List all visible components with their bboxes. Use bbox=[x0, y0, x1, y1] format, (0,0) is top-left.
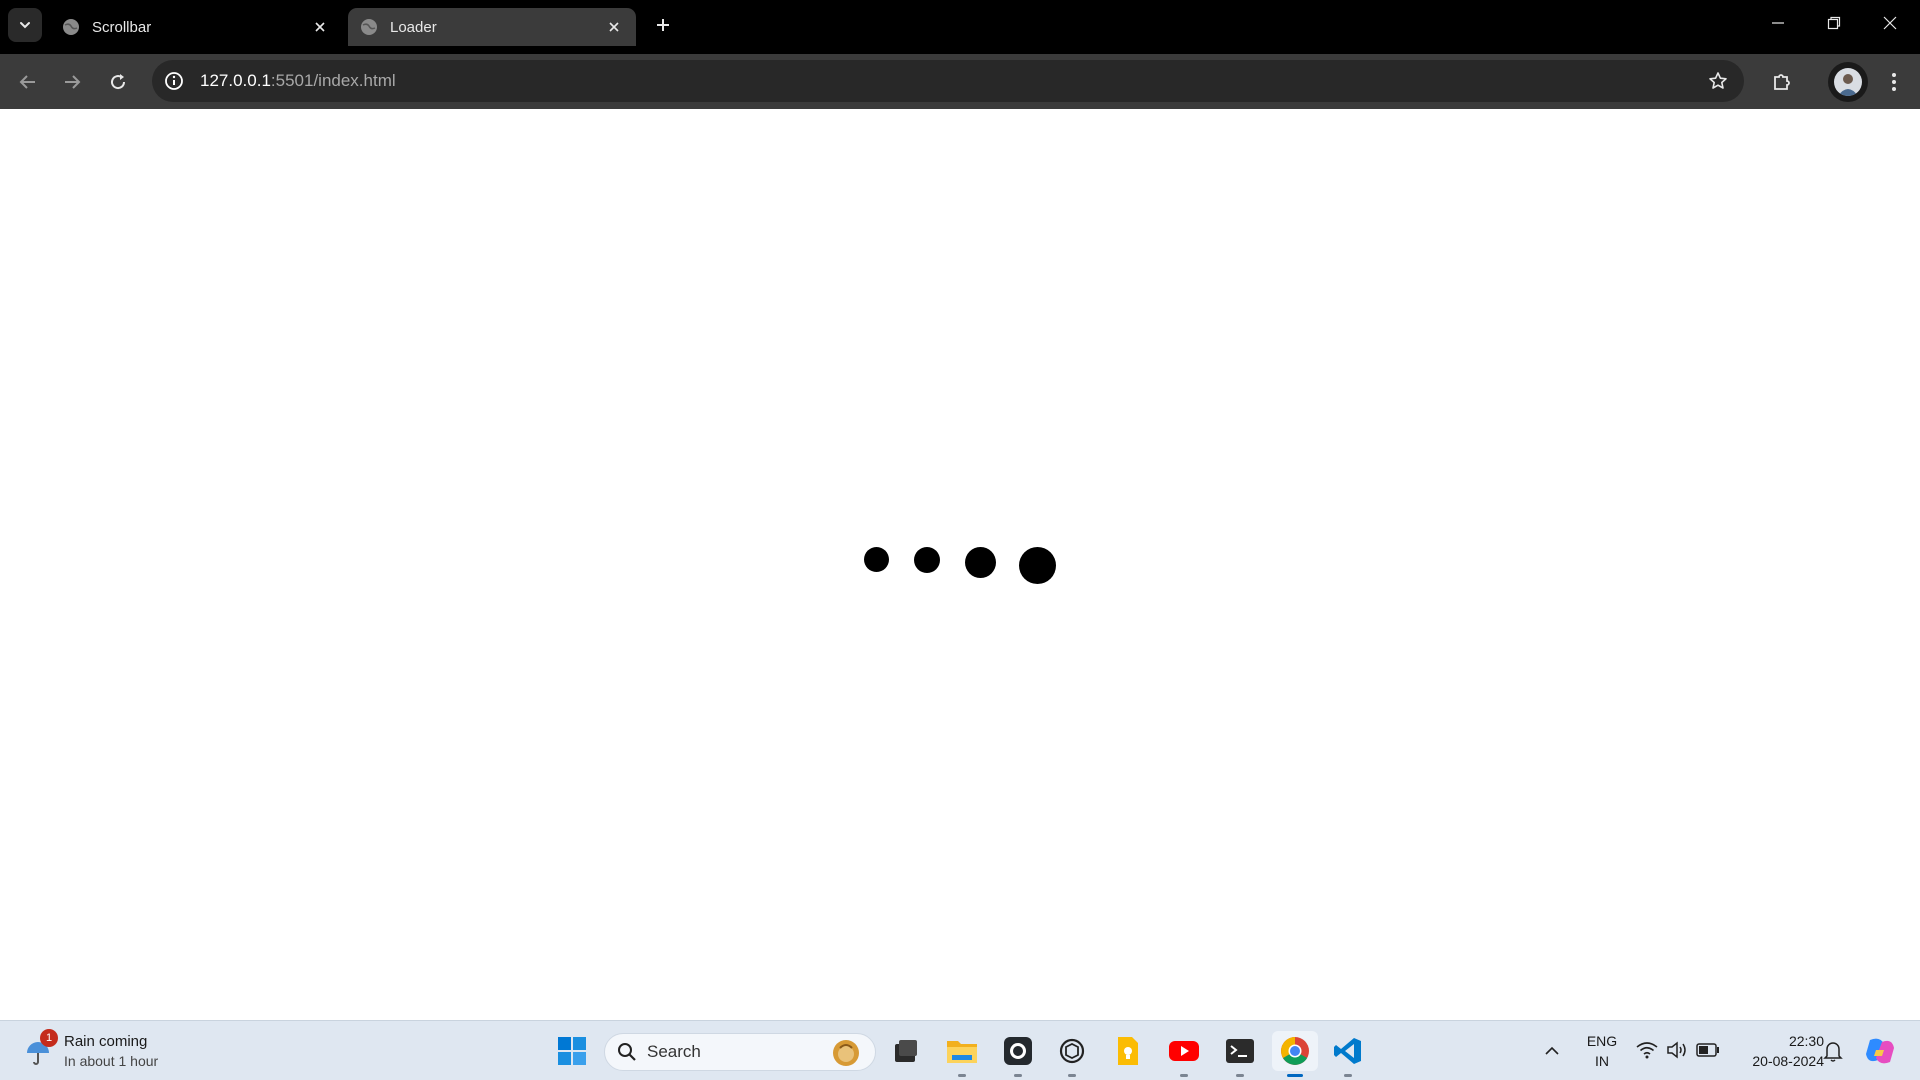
globe-icon bbox=[63, 19, 79, 35]
chevron-up-icon bbox=[1545, 1046, 1559, 1055]
google-keep-button[interactable] bbox=[1108, 1031, 1148, 1071]
extensions-button[interactable] bbox=[1766, 66, 1798, 98]
file-explorer-button[interactable] bbox=[942, 1031, 982, 1077]
close-tab-button[interactable] bbox=[310, 17, 330, 37]
taskbar: 1 Rain coming In about 1 hour Search ENG… bbox=[0, 1020, 1920, 1080]
minimize-button[interactable] bbox=[1750, 0, 1806, 46]
active-indicator bbox=[1287, 1074, 1303, 1077]
taskbar-search[interactable]: Search bbox=[604, 1033, 876, 1071]
restore-icon bbox=[1827, 16, 1841, 30]
notifications-button[interactable] bbox=[1816, 1031, 1850, 1071]
address-bar[interactable]: 127.0.0.1:5501/index.html bbox=[152, 60, 1744, 102]
folder-icon bbox=[947, 1041, 977, 1063]
terminal-icon bbox=[1226, 1039, 1254, 1063]
tab-scrollbar[interactable]: Scrollbar bbox=[50, 8, 342, 46]
vscode-button[interactable] bbox=[1328, 1031, 1368, 1077]
vscode-icon bbox=[1334, 1038, 1361, 1064]
github-desktop-button[interactable] bbox=[998, 1031, 1038, 1077]
tab-title: Loader bbox=[390, 18, 437, 36]
terminal-button[interactable] bbox=[1220, 1031, 1260, 1077]
youtube-button[interactable] bbox=[1164, 1031, 1204, 1077]
close-tab-button[interactable] bbox=[604, 17, 624, 37]
close-icon bbox=[1883, 16, 1897, 30]
chrome-icon bbox=[1281, 1037, 1309, 1065]
search-highlight-icon bbox=[833, 1040, 859, 1066]
weather-widget[interactable]: 1 Rain coming In about 1 hour bbox=[20, 1029, 190, 1073]
plus-icon bbox=[657, 19, 669, 31]
copilot-button[interactable] bbox=[1860, 1031, 1900, 1071]
bell-icon bbox=[1823, 1042, 1843, 1062]
star-icon bbox=[1709, 72, 1727, 89]
show-hidden-icons-button[interactable] bbox=[1532, 1031, 1572, 1071]
weather-subtitle: In about 1 hour bbox=[64, 1053, 159, 1069]
close-icon bbox=[609, 22, 619, 32]
running-indicator bbox=[1014, 1074, 1022, 1077]
task-view-button[interactable] bbox=[886, 1031, 926, 1071]
forward-button[interactable] bbox=[56, 66, 88, 98]
chatgpt-button[interactable] bbox=[1052, 1031, 1092, 1077]
url-host: 127.0.0.1 bbox=[200, 71, 271, 90]
reload-icon bbox=[111, 74, 126, 90]
youtube-icon bbox=[1169, 1041, 1199, 1061]
person-icon bbox=[1838, 74, 1858, 96]
language-code: ENG bbox=[1586, 1033, 1618, 1049]
loader-dot bbox=[914, 547, 940, 573]
clock-date: 20-08-2024 bbox=[1752, 1053, 1824, 1069]
language-indicator[interactable]: ENG IN bbox=[1582, 1031, 1622, 1073]
new-tab-button[interactable] bbox=[648, 10, 678, 40]
keep-icon bbox=[1118, 1037, 1138, 1065]
running-indicator bbox=[1068, 1074, 1076, 1077]
page-content bbox=[0, 109, 1920, 1020]
running-indicator bbox=[958, 1074, 966, 1077]
clock[interactable]: 22:30 20-08-2024 bbox=[1730, 1031, 1826, 1073]
restore-button[interactable] bbox=[1806, 0, 1862, 46]
search-label: Search bbox=[647, 1042, 701, 1061]
profile-button[interactable] bbox=[1828, 62, 1868, 102]
avatar bbox=[1834, 68, 1862, 96]
puzzle-icon bbox=[1774, 74, 1790, 90]
url-path: :5501/index.html bbox=[270, 71, 396, 90]
chevron-down-icon bbox=[20, 22, 30, 29]
wifi-icon bbox=[1636, 1042, 1658, 1059]
tab-search-button[interactable] bbox=[8, 8, 42, 42]
bookmark-button[interactable] bbox=[1704, 67, 1732, 95]
loader-dot bbox=[864, 547, 889, 572]
chrome-button[interactable] bbox=[1272, 1031, 1318, 1077]
windows-icon bbox=[558, 1037, 586, 1065]
minimize-icon bbox=[1772, 22, 1784, 24]
search-icon bbox=[618, 1043, 636, 1061]
running-indicator bbox=[1344, 1074, 1352, 1077]
back-button[interactable] bbox=[12, 66, 44, 98]
site-info-button[interactable] bbox=[158, 65, 190, 97]
region-code: IN bbox=[1595, 1053, 1609, 1069]
globe-icon bbox=[361, 19, 377, 35]
close-icon bbox=[315, 22, 325, 32]
browser-toolbar: 127.0.0.1:5501/index.html bbox=[0, 54, 1920, 109]
info-icon bbox=[165, 72, 183, 90]
github-icon bbox=[1004, 1037, 1032, 1065]
menu-button[interactable] bbox=[1878, 66, 1910, 98]
notification-badge: 1 bbox=[40, 1029, 58, 1047]
weather-title: Rain coming bbox=[64, 1033, 148, 1050]
tab-strip: Scrollbar Loader bbox=[0, 0, 1920, 54]
arrow-right-icon bbox=[65, 75, 81, 89]
tab-loader[interactable]: Loader bbox=[348, 8, 636, 46]
task-view-icon bbox=[895, 1040, 917, 1062]
close-window-button[interactable] bbox=[1862, 0, 1918, 46]
copilot-icon bbox=[1866, 1038, 1894, 1064]
chatgpt-icon bbox=[1059, 1038, 1085, 1064]
tab-title: Scrollbar bbox=[92, 18, 152, 36]
running-indicator bbox=[1180, 1074, 1188, 1077]
volume-icon bbox=[1667, 1041, 1686, 1059]
battery-icon bbox=[1696, 1043, 1719, 1057]
arrow-left-icon bbox=[19, 75, 35, 89]
start-button[interactable] bbox=[552, 1031, 592, 1071]
running-indicator bbox=[1236, 1074, 1244, 1077]
loader-dot bbox=[1019, 547, 1056, 584]
url-text[interactable]: 127.0.0.1:5501/index.html bbox=[200, 71, 396, 91]
more-vertical-icon bbox=[1892, 73, 1896, 91]
quick-settings[interactable] bbox=[1634, 1037, 1724, 1065]
loader-dot bbox=[965, 547, 996, 578]
reload-button[interactable] bbox=[102, 66, 134, 98]
